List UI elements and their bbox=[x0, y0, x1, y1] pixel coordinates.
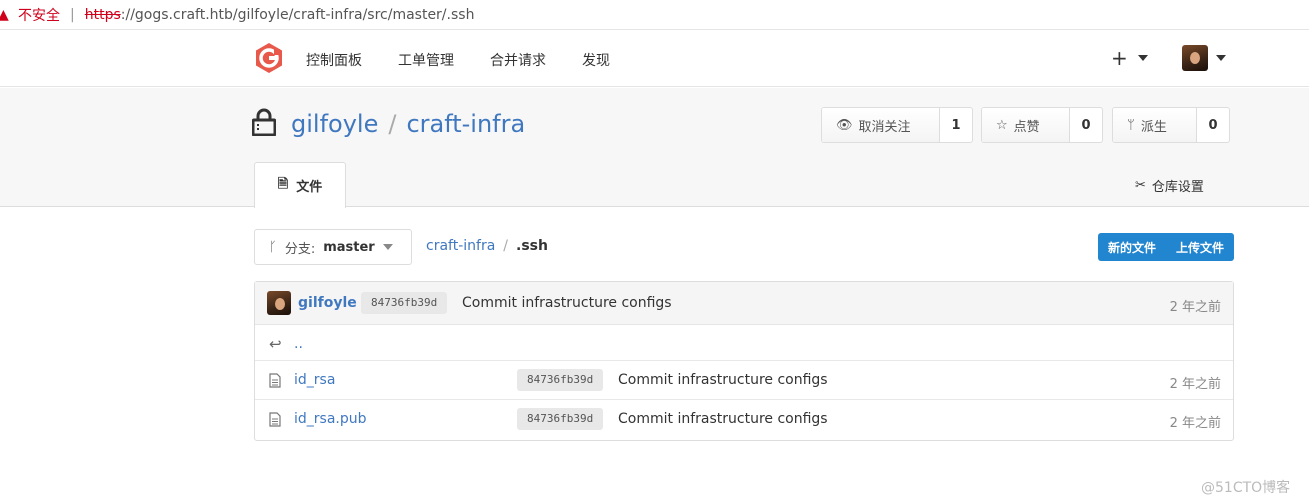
watch-button[interactable]: 👁 取消关注 bbox=[822, 108, 940, 142]
file-actions: 新的文件 上传文件 bbox=[1098, 233, 1235, 261]
watch-count[interactable]: 1 bbox=[940, 108, 972, 142]
tab-settings-label: 仓库设置 bbox=[1151, 180, 1204, 195]
branch-name: master bbox=[323, 239, 375, 255]
tab-files[interactable]: 🗎 文件 bbox=[254, 162, 346, 208]
url-divider: | bbox=[70, 6, 75, 23]
file-commit-time: 2 年之前 bbox=[1169, 377, 1221, 392]
commit-sha[interactable]: 84736fb39d bbox=[361, 292, 448, 314]
commit-time: 2 年之前 bbox=[1169, 300, 1221, 315]
nav-issues[interactable]: 工单管理 bbox=[398, 50, 454, 70]
chevron-down-icon bbox=[1216, 55, 1226, 61]
table-row: id_rsa 84736fb39d Commit infrastructure … bbox=[255, 361, 1233, 400]
file-text-icon: 🗎 bbox=[277, 176, 289, 192]
create-menu[interactable]: + bbox=[1111, 46, 1148, 70]
tools-icon: ✂ bbox=[1135, 178, 1146, 193]
star-count[interactable]: 0 bbox=[1070, 108, 1102, 142]
branch-prefix: 分支: bbox=[284, 241, 316, 257]
file-commit-sha[interactable]: 84736fb39d bbox=[517, 408, 604, 430]
nav-dashboard[interactable]: 控制面板 bbox=[306, 50, 362, 70]
chevron-down-icon bbox=[1137, 55, 1148, 61]
lock-icon bbox=[252, 108, 276, 136]
nav-explore[interactable]: 发现 bbox=[582, 50, 610, 70]
url-path: ://gogs.craft.htb/gilfoyle/craft-infra/s… bbox=[120, 6, 475, 23]
branch-icon: ᚴ bbox=[269, 239, 277, 255]
breadcrumb-root[interactable]: craft-infra bbox=[426, 238, 495, 254]
fork-label: 派生 bbox=[1140, 119, 1167, 135]
fork-icon: ᛘ bbox=[1127, 117, 1135, 133]
top-navbar: 控制面板 工单管理 合并请求 发现 + bbox=[0, 30, 1309, 87]
breadcrumb-current: .ssh bbox=[516, 238, 548, 254]
browser-url-bar[interactable]: ▲ 不安全 | https://gogs.craft.htb/gilfoyle/… bbox=[0, 0, 1309, 30]
file-commit-message[interactable]: Commit infrastructure configs bbox=[618, 372, 828, 388]
gogs-logo-icon[interactable] bbox=[253, 42, 285, 74]
fork-count[interactable]: 0 bbox=[1197, 108, 1229, 142]
repo-header: gilfoyle / craft-infra 👁 取消关注 1 ☆ 点赞 0 ᛘ… bbox=[0, 88, 1309, 208]
breadcrumb: craft-infra / .ssh bbox=[426, 238, 548, 254]
file-icon bbox=[269, 373, 281, 388]
file-name-link[interactable]: id_rsa bbox=[294, 372, 335, 388]
user-menu[interactable] bbox=[1182, 45, 1226, 71]
repo-name-link[interactable]: craft-infra bbox=[406, 110, 525, 138]
parent-dir-link[interactable]: .. bbox=[294, 336, 303, 352]
table-row: id_rsa.pub 84736fb39d Commit infrastruct… bbox=[255, 400, 1233, 439]
file-commit-sha[interactable]: 84736fb39d bbox=[517, 369, 604, 391]
eye-icon: 👁 bbox=[836, 117, 853, 133]
repo-title: gilfoyle / craft-infra bbox=[291, 110, 525, 138]
file-table: gilfoyle 84736fb39d Commit infrastructur… bbox=[254, 281, 1234, 441]
nav-pull-requests[interactable]: 合并请求 bbox=[490, 50, 546, 70]
star-icon: ☆ bbox=[996, 117, 1008, 133]
avatar[interactable] bbox=[267, 291, 291, 315]
tab-files-label: 文件 bbox=[296, 180, 323, 195]
avatar bbox=[1182, 45, 1208, 71]
new-file-button[interactable]: 新的文件 bbox=[1098, 233, 1166, 261]
parent-dir-row[interactable]: ↩ .. bbox=[255, 325, 1233, 361]
chevron-down-icon bbox=[382, 244, 393, 250]
breadcrumb-separator: / bbox=[503, 238, 509, 254]
tab-settings[interactable]: ✂ 仓库设置 bbox=[1135, 176, 1204, 195]
commit-author[interactable]: gilfoyle bbox=[298, 295, 357, 311]
watch-button-group: 👁 取消关注 1 bbox=[821, 107, 973, 143]
file-commit-message[interactable]: Commit infrastructure configs bbox=[618, 411, 828, 427]
watermark: @51CTO博客 bbox=[1201, 480, 1291, 496]
commit-message[interactable]: Commit infrastructure configs bbox=[462, 295, 672, 311]
watch-label: 取消关注 bbox=[858, 119, 911, 135]
upload-file-button[interactable]: 上传文件 bbox=[1166, 233, 1234, 261]
insecure-label: 不安全 bbox=[18, 7, 60, 24]
star-button[interactable]: ☆ 点赞 bbox=[982, 108, 1070, 142]
plus-icon: + bbox=[1111, 46, 1128, 70]
star-label: 点赞 bbox=[1013, 119, 1040, 135]
file-name-link[interactable]: id_rsa.pub bbox=[294, 411, 367, 427]
repo-title-separator: / bbox=[388, 110, 397, 138]
reply-back-icon: ↩ bbox=[269, 335, 282, 353]
branch-selector[interactable]: ᚴ 分支: master bbox=[254, 229, 412, 265]
fork-button[interactable]: ᛘ 派生 bbox=[1113, 108, 1197, 142]
url-scheme: https bbox=[84, 6, 121, 23]
repo-owner-link[interactable]: gilfoyle bbox=[291, 110, 378, 138]
warning-icon: ▲ bbox=[0, 6, 9, 23]
fork-button-group: ᛘ 派生 0 bbox=[1112, 107, 1230, 143]
star-button-group: ☆ 点赞 0 bbox=[981, 107, 1103, 143]
file-commit-time: 2 年之前 bbox=[1169, 416, 1221, 431]
latest-commit-row: gilfoyle 84736fb39d Commit infrastructur… bbox=[255, 282, 1233, 325]
file-icon bbox=[269, 412, 281, 427]
